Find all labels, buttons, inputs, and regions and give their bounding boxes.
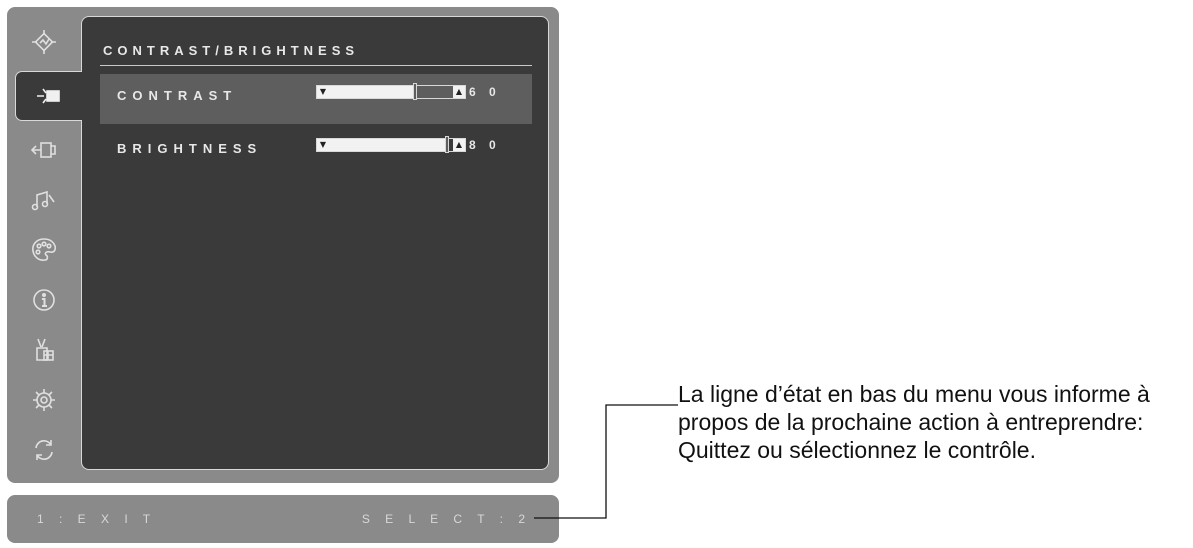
brightness-slider-fill: [317, 139, 447, 151]
brightness-value: 8 0: [469, 138, 501, 152]
memory-recall-icon[interactable]: [7, 425, 81, 475]
brightness-slider-knob[interactable]: [445, 136, 449, 153]
manual-image-adjust-icon[interactable]: [7, 325, 81, 375]
information-icon[interactable]: [7, 275, 81, 325]
status-select: S E L E C T : 2: [361, 512, 531, 526]
auto-image-adjust-icon[interactable]: [7, 17, 81, 67]
brightness-row[interactable]: BRIGHTNESS ▼ ▲ 8 0: [100, 127, 532, 177]
menu-title: CONTRAST/BRIGHTNESS: [103, 43, 360, 58]
status-exit: 1 : E X I T: [37, 512, 157, 526]
color-adjust-icon[interactable]: [7, 225, 81, 275]
osd-content-panel: CONTRAST/BRIGHTNESS CONTRAST ▼ ▲ 6 0 BRI…: [81, 16, 549, 470]
decrease-arrow-icon[interactable]: ▼: [317, 86, 329, 98]
contrast-slider[interactable]: ▼ ▲: [316, 83, 466, 100]
brightness-slider[interactable]: ▼ ▲: [316, 136, 466, 153]
title-divider: [100, 65, 532, 66]
brightness-label: BRIGHTNESS: [117, 141, 263, 156]
status-bar: 1 : E X I T S E L E C T : 2: [7, 495, 559, 543]
increase-arrow-icon[interactable]: ▲: [453, 86, 465, 98]
input-select-icon[interactable]: [7, 125, 81, 175]
contrast-slider-knob[interactable]: [413, 83, 417, 100]
contrast-value: 6 0: [469, 85, 501, 99]
decrease-arrow-icon[interactable]: ▼: [317, 139, 329, 151]
increase-arrow-icon[interactable]: ▲: [453, 139, 465, 151]
osd-sidebar: [7, 7, 82, 483]
contrast-slider-fill: [317, 86, 415, 98]
contrast-row[interactable]: CONTRAST ▼ ▲ 6 0: [100, 74, 532, 124]
contrast-label: CONTRAST: [117, 88, 238, 103]
audio-adjust-icon[interactable]: [7, 175, 81, 225]
contrast-brightness-icon[interactable]: [15, 71, 82, 121]
setup-menu-icon[interactable]: [7, 375, 81, 425]
osd-menu: CONTRAST/BRIGHTNESS CONTRAST ▼ ▲ 6 0 BRI…: [7, 7, 559, 483]
callout-text: La ligne d’état en bas du menu vous info…: [678, 381, 1150, 463]
